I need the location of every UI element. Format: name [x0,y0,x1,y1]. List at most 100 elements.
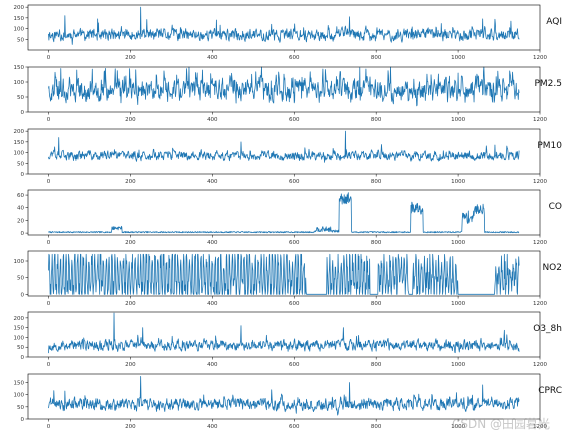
x-tick-label: 400 [207,424,218,430]
series-name-label: PM2.5 [534,79,562,89]
x-tick-label: 1000 [451,362,465,368]
y-tick-label: 50 [17,276,24,282]
y-tick-label: 50 [17,37,24,43]
y-tick-label: 100 [14,27,25,33]
x-tick-label: 0 [47,117,51,123]
x-tick-label: 800 [371,362,382,368]
y-tick-label: 50 [17,345,24,351]
y-tick-label: 0 [21,231,25,237]
x-tick-label: 800 [371,117,382,123]
x-tick-label: 1200 [533,179,547,185]
y-tick-label: 0 [21,110,25,116]
x-tick-label: 400 [207,301,218,307]
y-tick-label: 100 [14,151,25,157]
series-name-label: CPRC [538,386,562,396]
subplot-co: 02040600 200 400 600 800 1000 1200CO [17,189,562,246]
x-tick-label: 800 [371,55,382,61]
series-line [48,376,520,416]
y-tick-label: 200 [14,129,25,135]
series-line [48,253,520,295]
y-tick-label: 0 [21,355,25,361]
x-tick-label: 400 [207,117,218,123]
x-tick-label: 400 [207,179,218,185]
x-tick-label: 1200 [533,301,547,307]
x-tick-label: 800 [371,301,382,307]
y-tick-label: 0 [21,172,25,178]
y-tick-label: 100 [14,259,25,265]
x-tick-label: 200 [125,117,136,123]
y-tick-label: 50 [17,161,24,167]
x-tick-label: 0 [47,362,51,368]
x-tick-label: 200 [125,362,136,368]
series-name-label: PM10 [537,141,562,151]
y-tick-label: 150 [14,16,25,22]
axes-frame [27,4,541,51]
x-tick-label: 0 [47,179,51,185]
y-tick-label: 0 [21,292,25,298]
x-tick-label: 0 [47,424,51,430]
x-tick-label: 400 [207,240,218,246]
x-tick-label: 200 [125,55,136,61]
axes-frame [27,373,541,420]
multi-panel-line-chart: 501001502000 200 400 600 800 1000 1200AQI05010… [14,4,563,430]
y-tick-label: 200 [14,316,25,322]
y-tick-label: 200 [14,5,25,11]
x-tick-label: 0 [47,55,51,61]
series-name-label: O3_8h [533,324,562,334]
x-tick-label: 1200 [533,362,547,368]
x-tick-label: 600 [289,240,300,246]
y-tick-label: 50 [17,95,24,101]
y-tick-label: 150 [14,381,25,387]
x-tick-label: 1000 [451,301,465,307]
x-tick-label: 1000 [451,240,465,246]
x-tick-label: 600 [289,362,300,368]
x-tick-label: 400 [207,55,218,61]
x-tick-label: 1000 [451,179,465,185]
x-tick-label: 800 [371,240,382,246]
x-tick-label: 600 [289,301,300,307]
x-tick-label: 1200 [533,240,547,246]
y-tick-label: 100 [14,335,25,341]
subplot-aqi: 50 100 150 200 0 200 400 600 800 1000 1200 AQI [14,4,562,61]
x-tick-label: 1000 [451,55,465,61]
axes-frame [27,311,541,358]
x-tick-label: 800 [371,179,382,185]
y-tick-label: 40 [17,206,24,212]
subplot-pm25: 0 50 100 150 0 200 400 600 800 1000 1200 PM2.5 [14,65,563,123]
series-name-label: CO [549,202,562,212]
x-tick-label: 200 [125,179,136,185]
y-tick-label: 0 [21,417,25,423]
series-line [48,130,520,163]
x-tick-label: 600 [289,117,300,123]
csdn-watermark: CSDN @田园暮光 [451,417,550,431]
x-tick-label: 0 [47,301,51,307]
y-tick-label: 100 [14,393,25,399]
y-tick-label: 50 [17,405,24,411]
axes-frame [27,189,541,236]
x-tick-label: 0 [47,240,51,246]
x-tick-label: 600 [289,55,300,61]
series-name-label: AQI [546,17,562,27]
series-line [48,66,520,107]
y-tick-label: 150 [14,140,25,146]
y-tick-label: 100 [14,80,25,86]
series-name-label: NO2 [542,263,562,273]
x-tick-label: 600 [289,179,300,185]
subplot-o38h: 0 50 100 150 200 0 200 400 600 800 1000 1200 O3_8h [14,311,562,368]
x-tick-label: 800 [371,424,382,430]
x-tick-label: 1000 [451,117,465,123]
subplot-no2: 0501000 200 400 600 800 1000 1200NO2 [14,250,562,307]
subplot-pm10: 0 50 100 150 200 0 200 400 600 800 1000 1200 PM10 [14,128,562,185]
x-tick-label: 400 [207,362,218,368]
y-tick-label: 150 [14,65,25,71]
x-tick-label: 1200 [533,55,547,61]
y-tick-label: 20 [17,218,24,224]
x-tick-label: 200 [125,424,136,430]
x-tick-label: 1200 [533,117,547,123]
x-tick-label: 200 [125,240,136,246]
x-tick-label: 200 [125,301,136,307]
series-line [48,6,520,45]
y-tick-label: 60 [17,193,24,199]
x-tick-label: 600 [289,424,300,430]
series-line [48,312,520,354]
